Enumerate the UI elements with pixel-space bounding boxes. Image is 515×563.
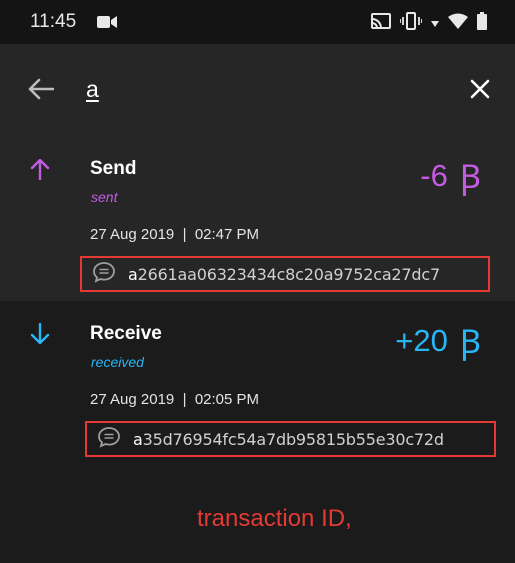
video-camera-icon xyxy=(97,14,117,35)
transaction-date: 27 Aug 2019 | 02:05 PM xyxy=(90,391,260,408)
transaction-amount: +20 Ꞵ xyxy=(395,318,481,363)
currency-icon: Ꞵ xyxy=(459,158,481,195)
transaction-id[interactable]: a35d76954fc54a7db95815b55e30c72d xyxy=(133,430,444,449)
wifi-icon xyxy=(448,13,468,34)
transaction-id-match: a xyxy=(133,429,143,449)
arrow-up-icon xyxy=(30,158,50,185)
transaction-id-rest: 35d76954fc54a7db95815b55e30c72d xyxy=(142,429,444,449)
transaction-title: Receive xyxy=(90,323,162,344)
amount-value: -6 xyxy=(420,157,448,193)
transaction-title: Send xyxy=(90,158,137,179)
vibrate-icon xyxy=(399,12,423,35)
close-icon[interactable] xyxy=(469,78,491,105)
annotation-label: transaction ID, xyxy=(197,505,352,532)
status-bar: 11:45 xyxy=(0,0,515,44)
search-input[interactable] xyxy=(86,72,426,106)
transaction-status: sent xyxy=(91,189,118,205)
search-bar xyxy=(0,44,515,136)
amount-value: +20 xyxy=(395,322,448,358)
transaction-date: 27 Aug 2019 | 02:47 PM xyxy=(90,226,260,243)
arrow-down-icon xyxy=(30,322,50,350)
message-icon xyxy=(97,426,121,453)
back-arrow-icon[interactable] xyxy=(28,78,55,105)
transaction-amount: -6 Ꞵ xyxy=(420,153,481,198)
status-icons xyxy=(371,12,487,35)
cast-icon xyxy=(371,13,391,34)
currency-icon: Ꞵ xyxy=(459,323,481,360)
transaction-id-highlight: a2661aa06323434c8c20a9752ca27dc7 xyxy=(80,256,490,292)
transaction-id-match: a xyxy=(128,264,138,284)
status-time: 11:45 xyxy=(30,11,77,32)
data-arrow-icon xyxy=(431,15,439,33)
message-icon xyxy=(92,261,116,288)
transaction-id-highlight: a35d76954fc54a7db95815b55e30c72d xyxy=(85,421,496,457)
transaction-id-rest: 2661aa06323434c8c20a9752ca27dc7 xyxy=(137,264,441,284)
transaction-item-receive[interactable]: Receive received +20 Ꞵ 27 Aug 2019 | 02:… xyxy=(0,301,515,483)
transaction-id[interactable]: a2661aa06323434c8c20a9752ca27dc7 xyxy=(128,265,440,284)
transaction-status: received xyxy=(91,354,144,370)
battery-icon xyxy=(477,12,487,35)
transaction-item-send[interactable]: Send sent -6 Ꞵ 27 Aug 2019 | 02:47 PM a2… xyxy=(0,136,515,301)
